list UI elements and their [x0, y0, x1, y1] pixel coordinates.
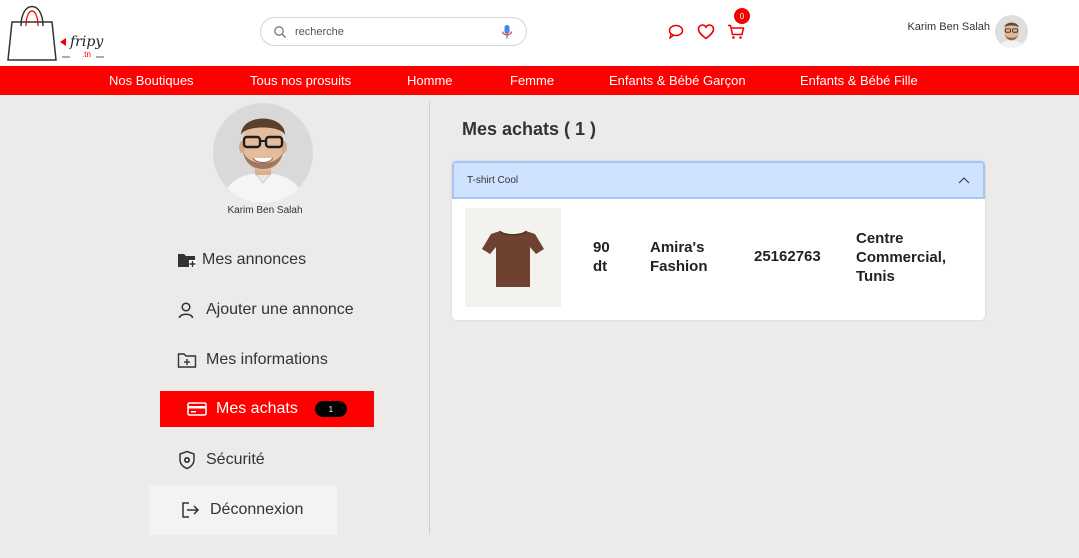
menu-item-label: Mes informations [206, 351, 328, 368]
nav-item-femme[interactable]: Femme [510, 73, 554, 88]
menu-item-ajouter-annonce[interactable]: Ajouter une annonce [177, 292, 354, 328]
menu-item-mes-annonces[interactable]: Mes annonces [177, 242, 306, 278]
microphone-icon[interactable] [501, 24, 513, 40]
purchase-price-currency: dt [593, 258, 608, 275]
chevron-up-icon[interactable] [958, 176, 970, 184]
svg-text:.tn: .tn [82, 50, 91, 59]
shield-gear-icon [179, 450, 195, 470]
menu-item-deconnexion[interactable]: Déconnexion [149, 485, 337, 535]
cart-count-badge: 0 [734, 8, 750, 24]
purchase-price-amount: 90 [593, 239, 610, 256]
purchase-card: T-shirt Cool 90 dt Amira's Fashion 25162… [452, 161, 985, 320]
nav-item-enfants-bebe-fille[interactable]: Enfants & Bébé Fille [800, 73, 918, 88]
svg-text:fripy: fripy [69, 34, 104, 50]
fripy-logo[interactable]: fripy .tn [6, 2, 116, 62]
folder-add-icon [177, 353, 197, 368]
nav-item-nos-boutiques[interactable]: Nos Boutiques [109, 73, 194, 88]
menu-item-label: Déconnexion [210, 501, 304, 518]
purchase-shop: Amira's Fashion [650, 238, 708, 276]
chat-icon[interactable] [668, 24, 684, 39]
search-icon [274, 26, 286, 38]
category-nav: Nos Boutiques Tous nos prosuits Homme Fe… [0, 66, 1079, 95]
logout-icon [182, 502, 200, 518]
product-image[interactable] [465, 208, 561, 307]
menu-item-mes-informations[interactable]: Mes informations [177, 342, 328, 378]
menu-item-label: Ajouter une annonce [206, 301, 354, 318]
menu-item-label: Mes annonces [202, 251, 307, 268]
menu-item-securite[interactable]: Sécurité [177, 442, 265, 478]
purchase-address-line: Commercial, [856, 249, 947, 266]
menu-item-mes-achats[interactable]: Mes achats 1 [160, 391, 374, 427]
nav-item-tous-nos-produits[interactable]: Tous nos prosuits [250, 73, 351, 88]
purchase-phone: 25162763 [754, 248, 821, 265]
profile-name: Karim Ben Salah [227, 205, 303, 216]
header-user-name[interactable]: Karim Ben Salah [890, 21, 990, 33]
purchase-address-line: Centre [856, 230, 904, 247]
purchases-count-badge: 1 [314, 401, 347, 417]
nav-item-enfants-bebe-garcon[interactable]: Enfants & Bébé Garçon [609, 73, 746, 88]
heart-icon[interactable] [697, 24, 715, 40]
purchase-item-name: T-shirt Cool [467, 175, 519, 186]
search-bar[interactable] [260, 17, 527, 46]
profile-avatar [213, 103, 313, 203]
purchase-accordion-header[interactable]: T-shirt Cool [452, 161, 985, 199]
nav-item-homme[interactable]: Homme [407, 73, 453, 88]
menu-item-label: Mes achats [216, 400, 298, 417]
menu-item-label: Sécurité [206, 451, 265, 468]
purchase-address-line: Tunis [856, 268, 895, 285]
purchase-shop-line: Amira's [650, 239, 705, 256]
header-user-avatar[interactable] [995, 15, 1028, 48]
purchase-shop-line: Fashion [650, 258, 708, 275]
purchase-price: 90 dt [593, 238, 610, 276]
cart-icon[interactable] [727, 24, 745, 40]
page-title: Mes achats ( 1 ) [462, 119, 597, 139]
search-input[interactable] [295, 22, 485, 42]
sidebar-divider [429, 102, 430, 534]
purchase-address: Centre Commercial, Tunis [856, 229, 946, 286]
folder-plus-icon [178, 254, 196, 267]
credit-card-icon [187, 402, 207, 416]
user-icon [178, 302, 194, 319]
header: fripy .tn 0 Karim Ben Salah [0, 0, 1079, 66]
